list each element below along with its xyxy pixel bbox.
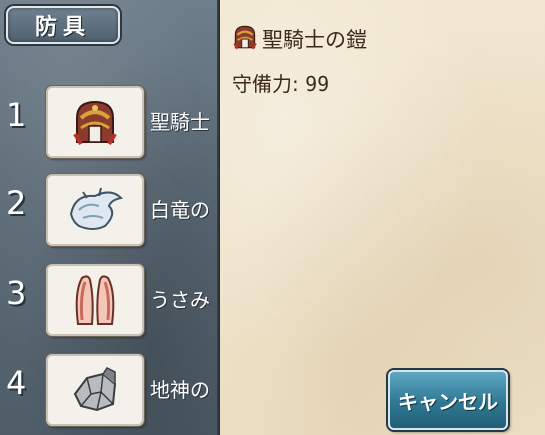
item-slot-1[interactable]: 1 聖騎士 [0,84,220,158]
item-number: 3 [6,274,27,312]
cancel-button[interactable]: キャンセル [388,370,508,430]
defense-label: 守備力: [232,72,299,96]
item-icon-frame[interactable] [46,264,144,336]
category-tab-armor[interactable]: 防具 [6,6,120,44]
item-icon-frame[interactable] [46,174,144,246]
item-name: 白竜の [150,198,210,222]
defense-value: 99 [305,72,330,96]
item-icon-frame[interactable] [46,86,144,158]
item-number: 1 [6,96,27,134]
item-icon-frame[interactable] [46,354,144,426]
item-slot-4[interactable]: 4 地神の [0,352,220,426]
item-list-panel: 防具 1 聖騎士 2 白竜の 3 うさみ 4 地神の [0,0,220,435]
earth-god-armor-icon [73,367,117,412]
item-name: 聖騎士 [150,110,210,134]
item-name: うさみ [150,288,210,312]
item-number: 2 [6,184,27,222]
item-slot-3[interactable]: 3 うさみ [0,262,220,336]
item-slot-2[interactable]: 2 白竜の [0,172,220,246]
defense-stat: 守備力: 99 [232,68,329,97]
item-detail-name: 聖騎士の鎧 [262,28,367,52]
item-name: 地神の [150,378,210,402]
holy-knight-armor-icon [233,25,257,50]
rabbit-ears-icon [75,275,115,325]
item-detail-panel: 聖騎士の鎧 守備力: 99 キャンセル [220,0,545,435]
holy-knight-armor-icon [73,100,117,146]
item-number: 4 [6,364,27,402]
white-dragon-armor-icon [69,187,124,230]
